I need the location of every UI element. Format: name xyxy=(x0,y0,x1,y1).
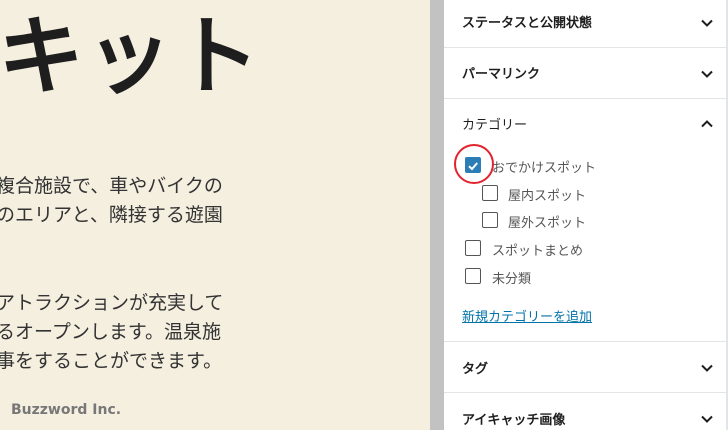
paragraph-line: アトラクションが充実して xyxy=(0,292,224,314)
paragraph-line: るオープンします。温泉施 xyxy=(0,321,221,343)
panel-tags[interactable]: タグ xyxy=(444,342,728,393)
chevron-down-icon[interactable] xyxy=(700,412,714,426)
panel-featured-image-title: アイキャッチ画像 xyxy=(462,413,566,428)
paragraph-block[interactable]: 複合施設で、車やバイクの のエリアと、隣接する遊園 xyxy=(0,172,223,230)
chevron-down-icon[interactable] xyxy=(700,67,714,81)
paragraph-line: 複合施設で、車やバイクの xyxy=(0,175,223,197)
panel-permalink-title: パーマリンク xyxy=(462,67,541,82)
panel-tags-title: タグ xyxy=(462,362,489,377)
paragraph-line: のエリアと、隣接する遊園 xyxy=(0,204,223,226)
panel-status-title: ステータスと公開状態 xyxy=(462,16,593,31)
post-title[interactable]: キット xyxy=(0,10,262,105)
chevron-up-icon[interactable] xyxy=(700,117,714,131)
category-label[interactable]: スポットまとめ xyxy=(492,240,583,259)
scrollbar[interactable] xyxy=(430,0,444,430)
category-checkbox[interactable] xyxy=(482,185,498,201)
category-label[interactable]: 未分類 xyxy=(492,268,531,287)
editor-canvas[interactable]: キット 複合施設で、車やバイクの のエリアと、隣接する遊園 アトラクションが充実… xyxy=(0,0,430,430)
panel-categories-title[interactable]: カテゴリー xyxy=(462,114,527,134)
brand-watermark: Buzzword Inc. xyxy=(11,402,122,418)
category-label[interactable]: 屋外スポット xyxy=(508,212,586,231)
highlight-circle xyxy=(454,144,494,184)
paragraph-line: 事をすることができます。 xyxy=(0,350,223,372)
category-label[interactable]: 屋内スポット xyxy=(508,185,586,204)
category-checkbox[interactable] xyxy=(465,268,481,284)
category-checkbox[interactable] xyxy=(482,212,498,228)
chevron-down-icon[interactable] xyxy=(700,16,714,30)
settings-sidebar: ステータスと公開状態 パーマリンク カテゴリー おでかけスポット 屋内スポット … xyxy=(444,0,728,430)
paragraph-block[interactable]: アトラクションが充実して るオープンします。温泉施 事をすることができます。 xyxy=(0,289,223,376)
add-category-link[interactable]: 新規カテゴリーを追加 xyxy=(462,306,592,325)
category-label[interactable]: おでかけスポット xyxy=(492,157,596,176)
panel-permalink[interactable]: パーマリンク xyxy=(444,48,728,99)
panel-status[interactable]: ステータスと公開状態 xyxy=(444,0,728,48)
chevron-down-icon[interactable] xyxy=(700,361,714,375)
category-checkbox[interactable] xyxy=(465,240,481,256)
panel-featured-image[interactable]: アイキャッチ画像 xyxy=(444,393,728,430)
